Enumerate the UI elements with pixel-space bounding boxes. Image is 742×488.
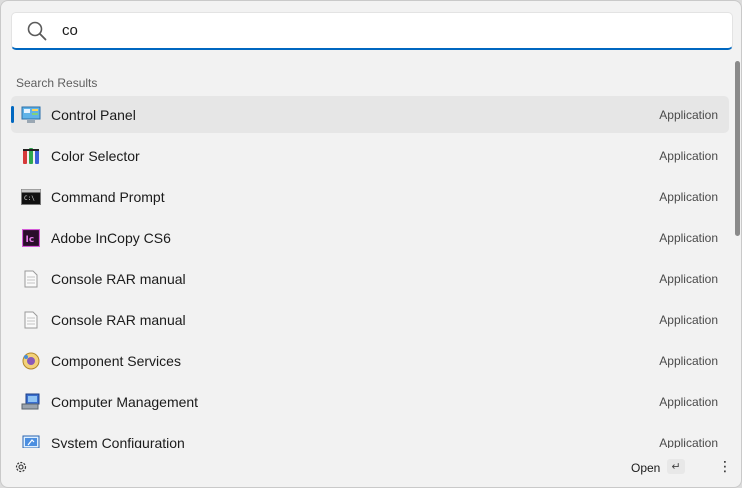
system-configuration-icon bbox=[21, 433, 41, 448]
result-title: System Configuration bbox=[51, 434, 185, 449]
incopy-icon-text: Ic bbox=[26, 235, 35, 245]
control-panel-icon bbox=[21, 105, 41, 125]
component-services-icon bbox=[21, 351, 41, 371]
result-row-component-services[interactable]: Component Services Application bbox=[11, 342, 729, 379]
more-options-icon[interactable]: ⋮ bbox=[718, 459, 732, 473]
incopy-icon: Ic bbox=[21, 228, 41, 248]
search-input[interactable] bbox=[62, 22, 662, 39]
svg-text:C:\: C:\ bbox=[24, 195, 35, 202]
computer-management-icon bbox=[21, 392, 41, 412]
result-row-command-prompt[interactable]: C:\ Command Prompt Application bbox=[11, 178, 729, 215]
document-icon bbox=[21, 269, 41, 289]
result-title: Adobe InCopy CS6 bbox=[51, 229, 171, 246]
result-kind: Application bbox=[659, 148, 718, 163]
result-title: Color Selector bbox=[51, 147, 140, 164]
scrollbar-thumb[interactable] bbox=[735, 61, 740, 236]
result-row-control-panel[interactable]: Control Panel Application bbox=[11, 96, 729, 133]
result-title: Console RAR manual bbox=[51, 270, 186, 287]
result-row-adobe-incopy[interactable]: Ic Adobe InCopy CS6 Application bbox=[11, 219, 729, 256]
result-title: Component Services bbox=[51, 352, 181, 369]
command-prompt-icon: C:\ bbox=[21, 187, 41, 207]
result-kind: Application bbox=[659, 271, 718, 286]
result-title: Control Panel bbox=[51, 106, 136, 123]
search-icon bbox=[27, 21, 47, 40]
result-row-computer-management[interactable]: Computer Management Application bbox=[11, 383, 729, 420]
result-title: Computer Management bbox=[51, 393, 199, 410]
launcher-window: Search Results Control Panel Application bbox=[0, 0, 742, 488]
open-button[interactable]: Open bbox=[631, 461, 660, 475]
result-row-system-configuration[interactable]: System Configuration Application bbox=[11, 424, 729, 448]
result-title: Command Prompt bbox=[51, 188, 165, 205]
result-kind: Application bbox=[659, 107, 718, 122]
enter-key-icon: ↵ bbox=[667, 459, 685, 474]
result-kind: Application bbox=[659, 312, 718, 327]
result-kind: Application bbox=[659, 353, 718, 368]
gear-icon[interactable] bbox=[14, 460, 28, 474]
result-kind: Application bbox=[659, 189, 718, 204]
result-row-console-rar-manual[interactable]: Console RAR manual Application bbox=[11, 260, 729, 297]
result-title: Console RAR manual bbox=[51, 311, 186, 328]
result-row-console-rar-manual[interactable]: Console RAR manual Application bbox=[11, 301, 729, 338]
color-selector-icon bbox=[21, 146, 41, 166]
footer-bar: Open ↵ ⋮ bbox=[1, 447, 741, 487]
result-row-color-selector[interactable]: Color Selector Application bbox=[11, 137, 729, 174]
result-kind: Application bbox=[659, 394, 718, 409]
document-icon bbox=[21, 310, 41, 330]
section-title: Search Results bbox=[16, 76, 98, 90]
result-kind: Application bbox=[659, 230, 718, 245]
results-list: Control Panel Application Color Selector… bbox=[11, 96, 729, 448]
search-box[interactable] bbox=[11, 12, 733, 50]
